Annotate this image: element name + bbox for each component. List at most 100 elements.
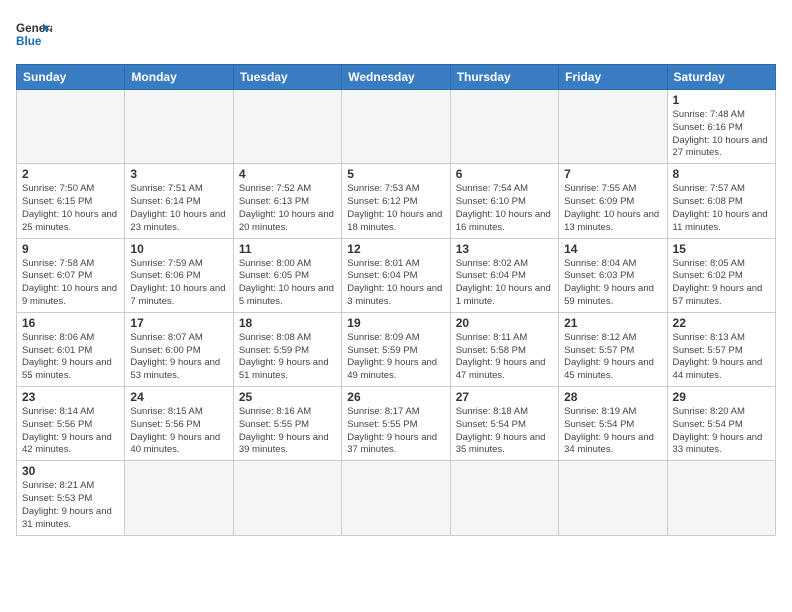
- day-number: 1: [673, 93, 770, 107]
- calendar-cell: 9Sunrise: 7:58 AM Sunset: 6:07 PM Daylig…: [17, 238, 125, 312]
- day-info: Sunrise: 8:06 AM Sunset: 6:01 PM Dayligh…: [22, 332, 119, 383]
- day-number: 7: [564, 167, 661, 181]
- day-info: Sunrise: 8:17 AM Sunset: 5:55 PM Dayligh…: [347, 406, 444, 457]
- calendar-cell: 6Sunrise: 7:54 AM Sunset: 6:10 PM Daylig…: [450, 164, 558, 238]
- calendar-cell: [125, 90, 233, 164]
- calendar-cell: 26 Sunrise: 8:17 AM Sunset: 5:55 PM Dayli…: [342, 387, 450, 461]
- day-info: Sunrise: 8:16 AM Sunset: 5:55 PM Dayligh…: [239, 406, 336, 457]
- calendar-cell: 12Sunrise: 8:01 AM Sunset: 6:04 PM Dayli…: [342, 238, 450, 312]
- svg-text:Blue: Blue: [16, 35, 42, 48]
- calendar-cell: 18 Sunrise: 8:08 AM Sunset: 5:59 PM Dayli…: [233, 312, 341, 386]
- day-info: Sunrise: 8:00 AM Sunset: 6:05 PM Dayligh…: [239, 258, 336, 309]
- day-number: 18: [239, 316, 336, 330]
- day-info: Sunrise: 7:53 AM Sunset: 6:12 PM Dayligh…: [347, 183, 444, 234]
- calendar-cell: 14 Sunrise: 8:04 AM Sunset: 6:03 PM Dayli…: [559, 238, 667, 312]
- calendar-cell: [125, 461, 233, 535]
- calendar-week-2: 2 Sunrise: 7:50 AM Sunset: 6:15 PM Daylig…: [17, 164, 776, 238]
- day-number: 14: [564, 242, 661, 256]
- day-number: 11: [239, 242, 336, 256]
- calendar-cell: 17 Sunrise: 8:07 AM Sunset: 6:00 PM Dayli…: [125, 312, 233, 386]
- day-number: 21: [564, 316, 661, 330]
- day-number: 29: [673, 390, 770, 404]
- calendar-cell: [667, 461, 775, 535]
- calendar-cell: 2 Sunrise: 7:50 AM Sunset: 6:15 PM Daylig…: [17, 164, 125, 238]
- day-number: 30: [22, 464, 119, 478]
- day-info: Sunrise: 8:08 AM Sunset: 5:59 PM Dayligh…: [239, 332, 336, 383]
- day-number: 12: [347, 242, 444, 256]
- calendar-week-3: 9Sunrise: 7:58 AM Sunset: 6:07 PM Daylig…: [17, 238, 776, 312]
- logo-icon: General Blue: [16, 16, 52, 52]
- day-number: 5: [347, 167, 444, 181]
- day-number: 24: [130, 390, 227, 404]
- day-info: Sunrise: 7:50 AM Sunset: 6:15 PM Dayligh…: [22, 183, 119, 234]
- calendar-cell: [233, 461, 341, 535]
- calendar-cell: 25 Sunrise: 8:16 AM Sunset: 5:55 PM Dayli…: [233, 387, 341, 461]
- day-info: Sunrise: 7:48 AM Sunset: 6:16 PM Dayligh…: [673, 109, 770, 160]
- day-info: Sunrise: 8:07 AM Sunset: 6:00 PM Dayligh…: [130, 332, 227, 383]
- day-number: 6: [456, 167, 553, 181]
- day-info: Sunrise: 8:12 AM Sunset: 5:57 PM Dayligh…: [564, 332, 661, 383]
- calendar-cell: 8 Sunrise: 7:57 AM Sunset: 6:08 PM Daylig…: [667, 164, 775, 238]
- calendar-cell: 22Sunrise: 8:13 AM Sunset: 5:57 PM Dayli…: [667, 312, 775, 386]
- day-info: Sunrise: 7:51 AM Sunset: 6:14 PM Dayligh…: [130, 183, 227, 234]
- calendar-cell: 29 Sunrise: 8:20 AM Sunset: 5:54 PM Dayli…: [667, 387, 775, 461]
- calendar-cell: 13Sunrise: 8:02 AM Sunset: 6:04 PM Dayli…: [450, 238, 558, 312]
- day-info: Sunrise: 7:58 AM Sunset: 6:07 PM Dayligh…: [22, 258, 119, 309]
- day-number: 4: [239, 167, 336, 181]
- day-info: Sunrise: 7:59 AM Sunset: 6:06 PM Dayligh…: [130, 258, 227, 309]
- weekday-header-friday: Friday: [559, 65, 667, 90]
- calendar-cell: 10 Sunrise: 7:59 AM Sunset: 6:06 PM Dayli…: [125, 238, 233, 312]
- day-info: Sunrise: 8:05 AM Sunset: 6:02 PM Dayligh…: [673, 258, 770, 309]
- day-number: 16: [22, 316, 119, 330]
- day-number: 26: [347, 390, 444, 404]
- calendar-week-4: 16 Sunrise: 8:06 AM Sunset: 6:01 PM Dayli…: [17, 312, 776, 386]
- calendar-cell: 30Sunrise: 8:21 AM Sunset: 5:53 PM Dayli…: [17, 461, 125, 535]
- weekday-header-tuesday: Tuesday: [233, 65, 341, 90]
- weekday-header-sunday: Sunday: [17, 65, 125, 90]
- day-number: 28: [564, 390, 661, 404]
- calendar-cell: [342, 90, 450, 164]
- day-number: 17: [130, 316, 227, 330]
- weekday-header-thursday: Thursday: [450, 65, 558, 90]
- calendar-cell: 7Sunrise: 7:55 AM Sunset: 6:09 PM Daylig…: [559, 164, 667, 238]
- weekday-header-saturday: Saturday: [667, 65, 775, 90]
- day-number: 2: [22, 167, 119, 181]
- calendar-cell: [450, 461, 558, 535]
- calendar-cell: 1 Sunrise: 7:48 AM Sunset: 6:16 PM Daylig…: [667, 90, 775, 164]
- calendar-week-5: 23Sunrise: 8:14 AM Sunset: 5:56 PM Dayli…: [17, 387, 776, 461]
- calendar-cell: 16 Sunrise: 8:06 AM Sunset: 6:01 PM Dayli…: [17, 312, 125, 386]
- day-info: Sunrise: 8:04 AM Sunset: 6:03 PM Dayligh…: [564, 258, 661, 309]
- calendar-cell: 28Sunrise: 8:19 AM Sunset: 5:54 PM Dayli…: [559, 387, 667, 461]
- day-info: Sunrise: 8:09 AM Sunset: 5:59 PM Dayligh…: [347, 332, 444, 383]
- weekday-header-monday: Monday: [125, 65, 233, 90]
- weekday-header-row: SundayMondayTuesdayWednesdayThursdayFrid…: [17, 65, 776, 90]
- calendar-cell: 19 Sunrise: 8:09 AM Sunset: 5:59 PM Dayli…: [342, 312, 450, 386]
- day-number: 8: [673, 167, 770, 181]
- calendar-cell: [559, 90, 667, 164]
- day-info: Sunrise: 8:20 AM Sunset: 5:54 PM Dayligh…: [673, 406, 770, 457]
- calendar-cell: 20Sunrise: 8:11 AM Sunset: 5:58 PM Dayli…: [450, 312, 558, 386]
- page-header: General Blue: [16, 16, 776, 52]
- calendar-week-6: 30Sunrise: 8:21 AM Sunset: 5:53 PM Dayli…: [17, 461, 776, 535]
- day-info: Sunrise: 7:52 AM Sunset: 6:13 PM Dayligh…: [239, 183, 336, 234]
- calendar-cell: [233, 90, 341, 164]
- day-number: 20: [456, 316, 553, 330]
- calendar-cell: 3Sunrise: 7:51 AM Sunset: 6:14 PM Daylig…: [125, 164, 233, 238]
- calendar-cell: 23Sunrise: 8:14 AM Sunset: 5:56 PM Dayli…: [17, 387, 125, 461]
- calendar-week-1: 1 Sunrise: 7:48 AM Sunset: 6:16 PM Daylig…: [17, 90, 776, 164]
- day-number: 19: [347, 316, 444, 330]
- calendar-cell: 24 Sunrise: 8:15 AM Sunset: 5:56 PM Dayli…: [125, 387, 233, 461]
- logo: General Blue: [16, 16, 52, 52]
- day-number: 10: [130, 242, 227, 256]
- day-info: Sunrise: 7:57 AM Sunset: 6:08 PM Dayligh…: [673, 183, 770, 234]
- calendar-cell: [17, 90, 125, 164]
- weekday-header-wednesday: Wednesday: [342, 65, 450, 90]
- calendar-cell: 11 Sunrise: 8:00 AM Sunset: 6:05 PM Dayli…: [233, 238, 341, 312]
- calendar-cell: [450, 90, 558, 164]
- calendar-cell: [342, 461, 450, 535]
- calendar-cell: 5 Sunrise: 7:53 AM Sunset: 6:12 PM Daylig…: [342, 164, 450, 238]
- day-number: 25: [239, 390, 336, 404]
- day-number: 13: [456, 242, 553, 256]
- day-info: Sunrise: 8:15 AM Sunset: 5:56 PM Dayligh…: [130, 406, 227, 457]
- day-number: 15: [673, 242, 770, 256]
